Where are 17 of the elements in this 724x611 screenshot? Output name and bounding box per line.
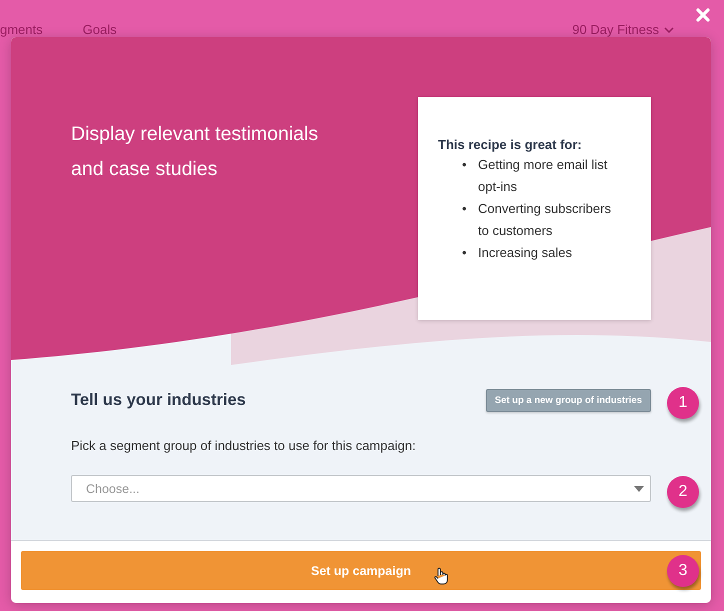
modal-title: Display relevant testimonials and case studies <box>71 122 318 182</box>
account-menu: 90 Day Fitness <box>572 22 674 37</box>
hand-cursor-icon <box>434 567 448 585</box>
section-title: Tell us your industries <box>71 391 246 410</box>
bullet-marker: • <box>462 156 468 174</box>
bullet-marker: • <box>462 244 468 262</box>
recipe-benefit: Increasing sales <box>478 244 572 262</box>
new-group-button[interactable]: Set up a new group of industries <box>486 389 651 412</box>
recipe-benefit: Getting more email list opt-ins <box>478 156 608 196</box>
close-button[interactable] <box>696 8 710 22</box>
recipe-benefit: Converting subscribers to customers <box>478 200 611 240</box>
chevron-icon <box>664 26 674 32</box>
dropdown-caret-icon <box>634 486 644 492</box>
bullet-marker: • <box>462 200 468 218</box>
prompt-text: Pick a segment group of industries to use for this campaign: <box>71 438 417 453</box>
recipe-heading: This recipe is great for: <box>438 137 583 152</box>
industry-select[interactable]: Choose... <box>71 475 651 502</box>
